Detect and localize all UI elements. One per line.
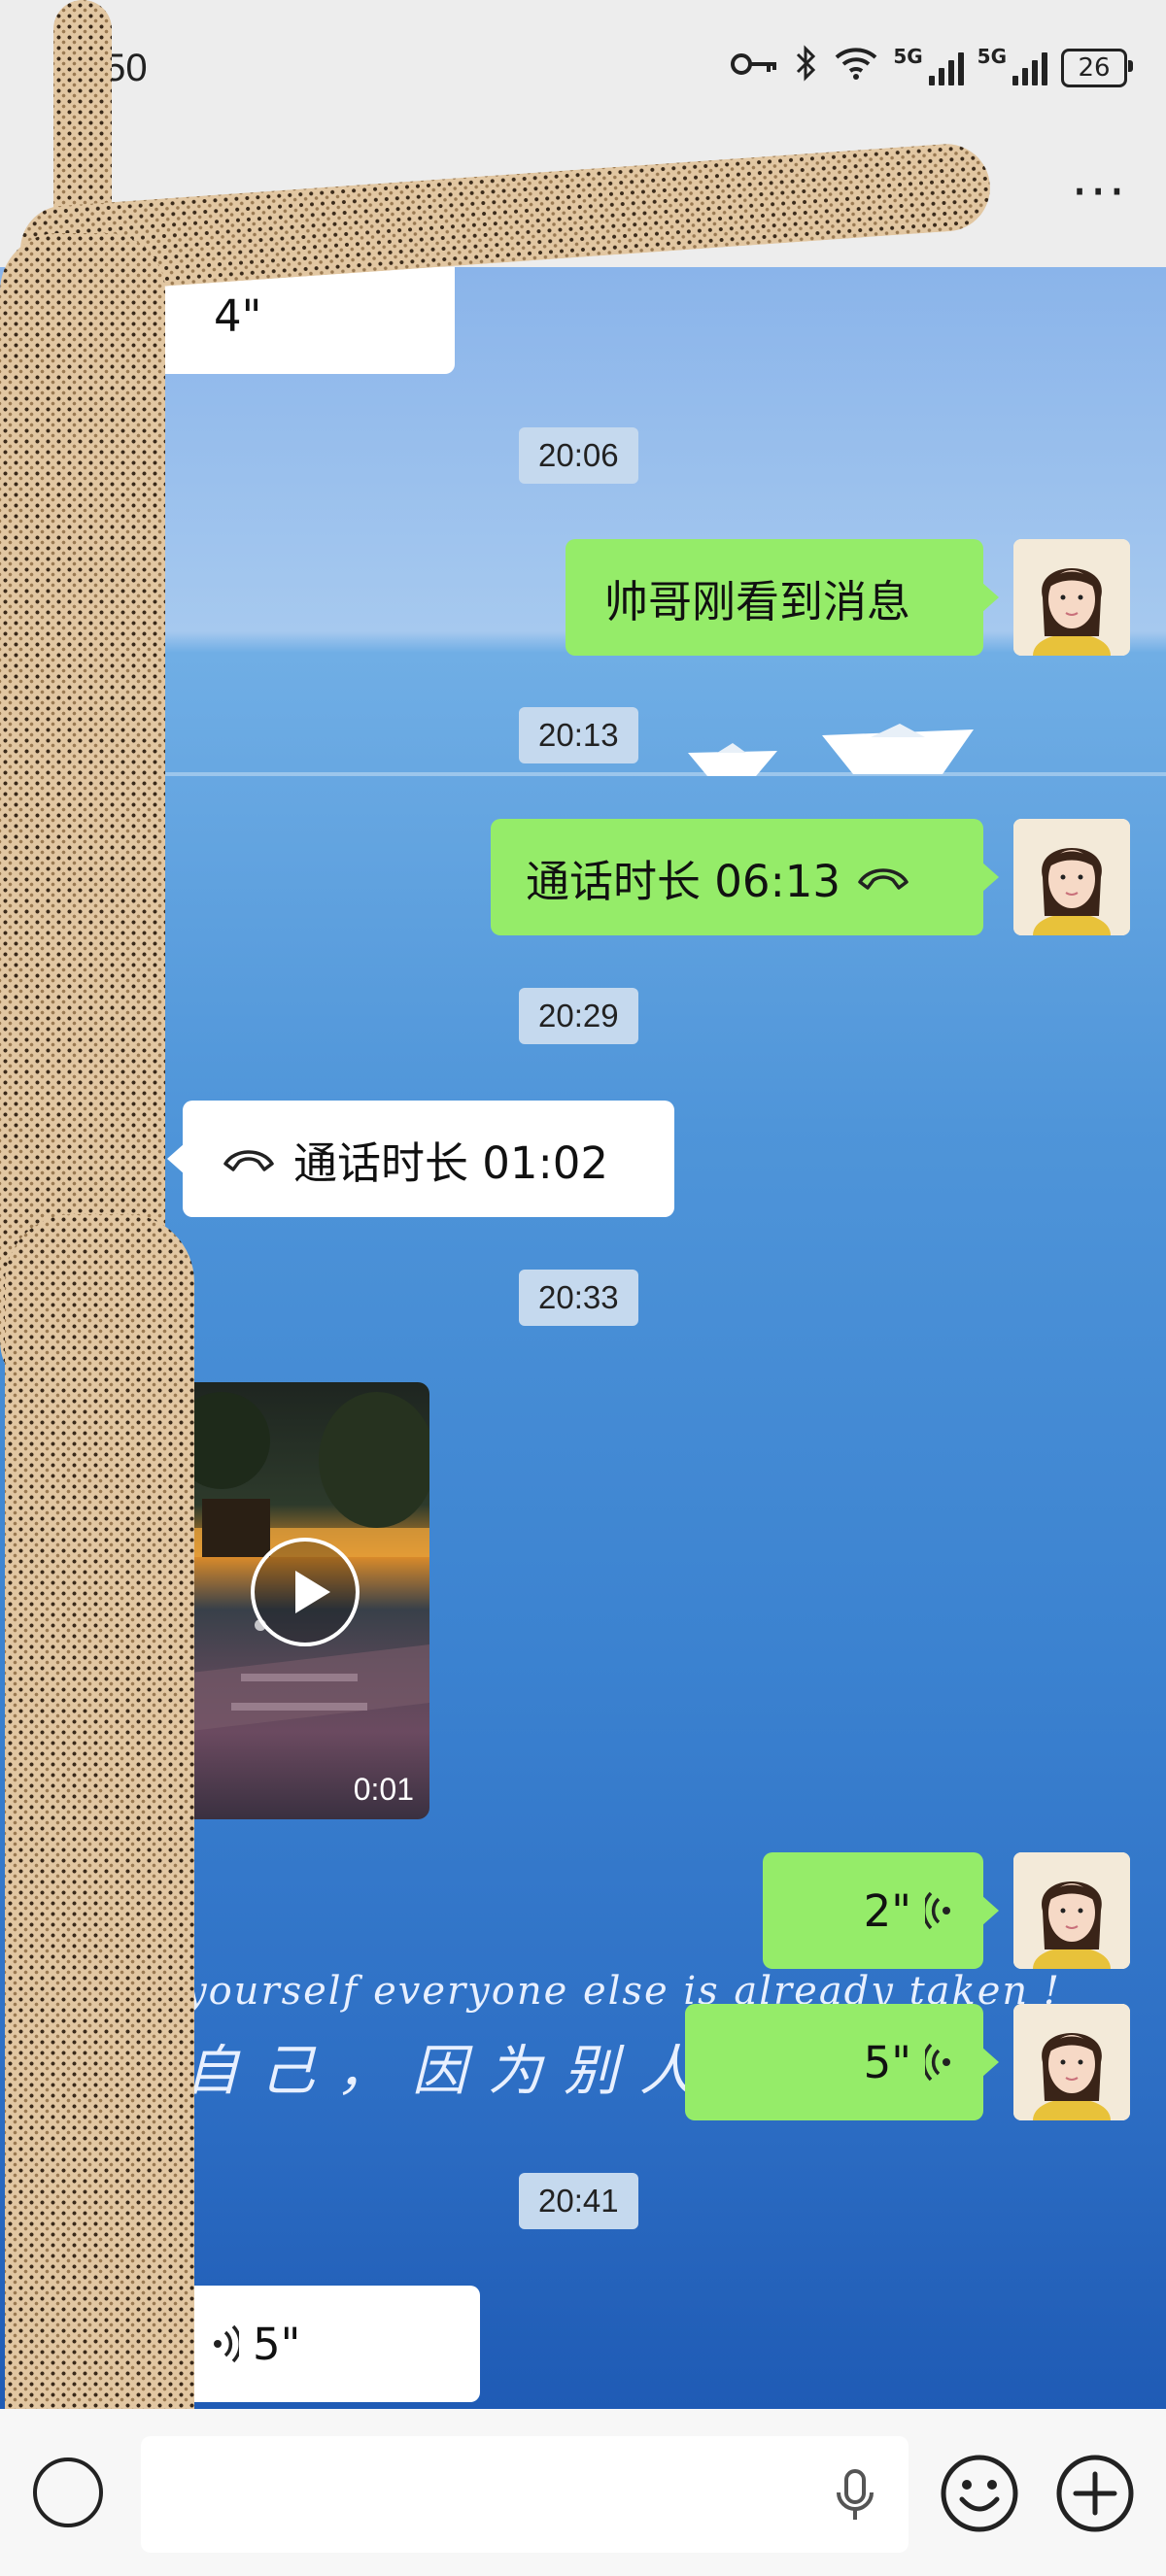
sent-call-record[interactable]: 通话时长 06:13 <box>491 819 999 935</box>
paper-boat-icon <box>688 743 777 776</box>
received-video-message[interactable]: 0:01 <box>183 1382 429 1819</box>
timestamp: 20:33 <box>519 1270 638 1326</box>
voice-duration: 4" <box>214 289 262 342</box>
background-horizon <box>0 772 1166 776</box>
avatar[interactable] <box>1013 2004 1130 2120</box>
voice-wave-icon <box>925 1891 950 1930</box>
voice-duration: 5" <box>253 2318 301 2370</box>
voice-wave-icon <box>925 2043 950 2082</box>
voice-toggle-button[interactable] <box>33 2457 103 2527</box>
phone-hangup-icon <box>858 868 909 890</box>
message-text: 通话时长 01:02 <box>293 1136 608 1189</box>
sent-text-message[interactable]: 帅哥刚看到消息 <box>566 539 999 656</box>
timestamp: 20:13 <box>519 707 638 763</box>
status-bar: :50 5G 5G 26 <box>0 0 1166 146</box>
avatar[interactable] <box>1013 819 1130 935</box>
avatar[interactable] <box>1013 539 1130 656</box>
voice-wave-icon <box>214 2324 239 2363</box>
status-icons: 5G 5G 26 <box>730 45 1133 90</box>
message-text: 通话时长 06:13 <box>526 855 840 907</box>
battery-level: 26 <box>1078 52 1111 83</box>
voice-duration: 2" <box>863 1884 911 1937</box>
message-text: 帅哥刚看到消息 <box>604 575 911 627</box>
emoji-icon[interactable] <box>939 2453 1020 2534</box>
battery-icon: 26 <box>1061 48 1133 87</box>
microphone-icon[interactable] <box>834 2467 876 2525</box>
network-type-2: 5G <box>977 45 1007 68</box>
received-voice-message[interactable]: 5" <box>167 2286 480 2402</box>
wifi-icon <box>833 46 879 89</box>
paper-boat-icon <box>822 724 974 774</box>
received-call-record[interactable]: 通话时长 01:02 <box>167 1101 674 1217</box>
voice-duration: 5" <box>863 2036 911 2088</box>
plus-icon[interactable] <box>1054 2453 1136 2534</box>
signal-icon-2 <box>1012 51 1047 85</box>
message-input[interactable] <box>141 2436 909 2553</box>
censor-mark <box>5 1214 194 2477</box>
timestamp: 20:41 <box>519 2173 638 2229</box>
timestamp: 20:06 <box>519 427 638 484</box>
signal-icon <box>928 51 964 85</box>
video-duration: 0:01 <box>353 1772 414 1807</box>
avatar[interactable] <box>1013 1852 1130 1969</box>
timestamp: 20:29 <box>519 988 638 1044</box>
phone-hangup-icon <box>223 1150 274 1171</box>
bluetooth-icon <box>794 45 819 90</box>
key-icon <box>730 49 780 87</box>
network-type-1: 5G <box>893 45 923 68</box>
play-icon[interactable] <box>251 1538 360 1646</box>
sent-voice-message[interactable]: 2" <box>763 1852 999 1969</box>
more-button[interactable]: ··· <box>1072 166 1128 219</box>
sent-voice-message[interactable]: 5" <box>685 2004 999 2120</box>
